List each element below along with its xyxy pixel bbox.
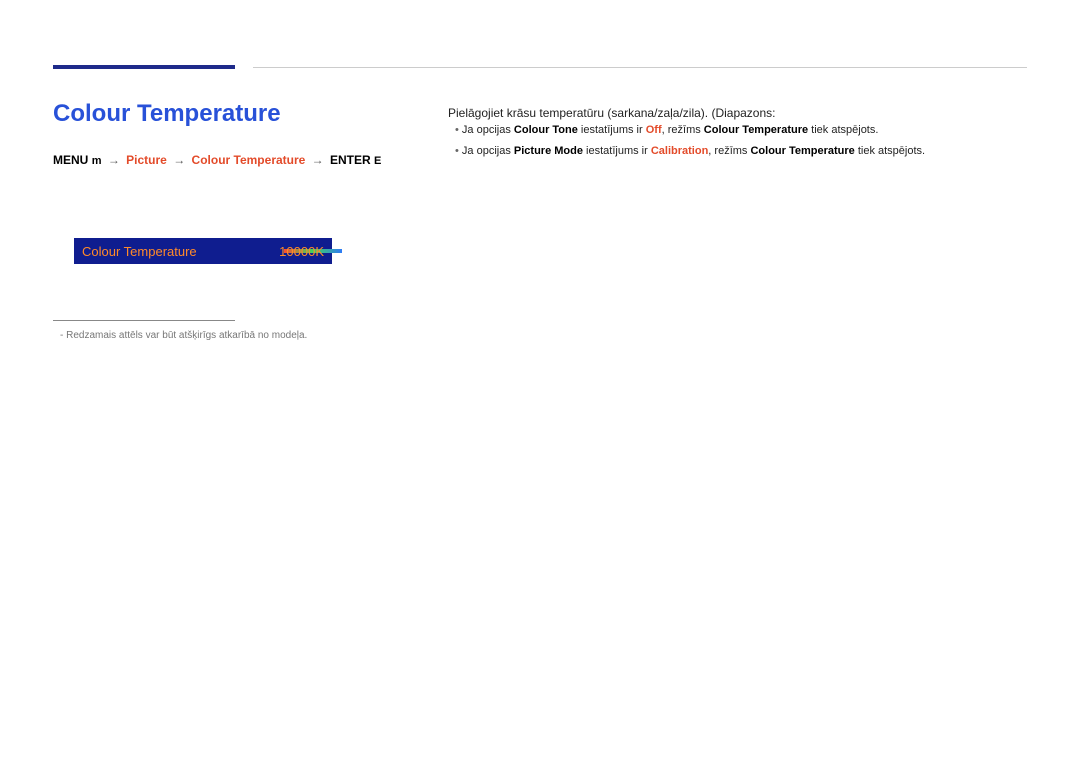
divider [253, 67, 1027, 68]
list-item: Ja opcijas Picture Mode iestatījums ir C… [455, 141, 1015, 162]
footnote-text: - Redzamais attēls var būt atšķirīgs atk… [60, 330, 307, 341]
keyword: Colour Temperature [750, 145, 854, 157]
text-span: iestatījums ir [583, 145, 651, 157]
keyword: Colour Tone [514, 124, 578, 136]
text-span: Ja opcijas [462, 145, 514, 157]
breadcrumb-enter-icon: E [374, 155, 381, 167]
breadcrumb-menu-icon: m [92, 155, 102, 167]
text-span: tiek atspējots. [855, 145, 925, 157]
text-span: , režīms [708, 145, 750, 157]
page-title: Colour Temperature [53, 100, 281, 128]
value-highlight: Calibration [651, 145, 708, 157]
slider-value: 10000K [279, 244, 324, 259]
keyword: Colour Temperature [704, 124, 808, 136]
slider-label: Colour Temperature [82, 244, 197, 259]
text-span: , režīms [662, 124, 704, 136]
notes-list: Ja opcijas Colour Tone iestatījums ir Of… [455, 120, 1015, 162]
breadcrumb-step2: Colour Temperature [192, 153, 306, 167]
keyword: Picture Mode [514, 145, 583, 157]
footnote-label: Redzamais attēls var būt atšķirīgs atkar… [66, 330, 307, 341]
breadcrumb-enter: ENTER [330, 153, 371, 167]
text-span: Ja opcijas [462, 124, 514, 136]
separator-icon: → [173, 153, 185, 167]
separator-icon: → [312, 153, 324, 167]
text-span: tiek atspējots. [808, 124, 878, 136]
breadcrumb: MENU m → Picture → Colour Temperature → … [53, 153, 381, 167]
accent-rule [53, 65, 235, 69]
value-highlight: Off [646, 124, 662, 136]
breadcrumb-step1: Picture [126, 153, 167, 167]
text-span: iestatījums ir [578, 124, 646, 136]
footnote-divider [53, 320, 235, 321]
breadcrumb-menu: MENU [53, 153, 88, 167]
list-item: Ja opcijas Colour Tone iestatījums ir Of… [455, 120, 1015, 141]
colour-temperature-slider[interactable]: Colour Temperature 10000K [74, 238, 332, 264]
separator-icon: → [108, 153, 120, 167]
